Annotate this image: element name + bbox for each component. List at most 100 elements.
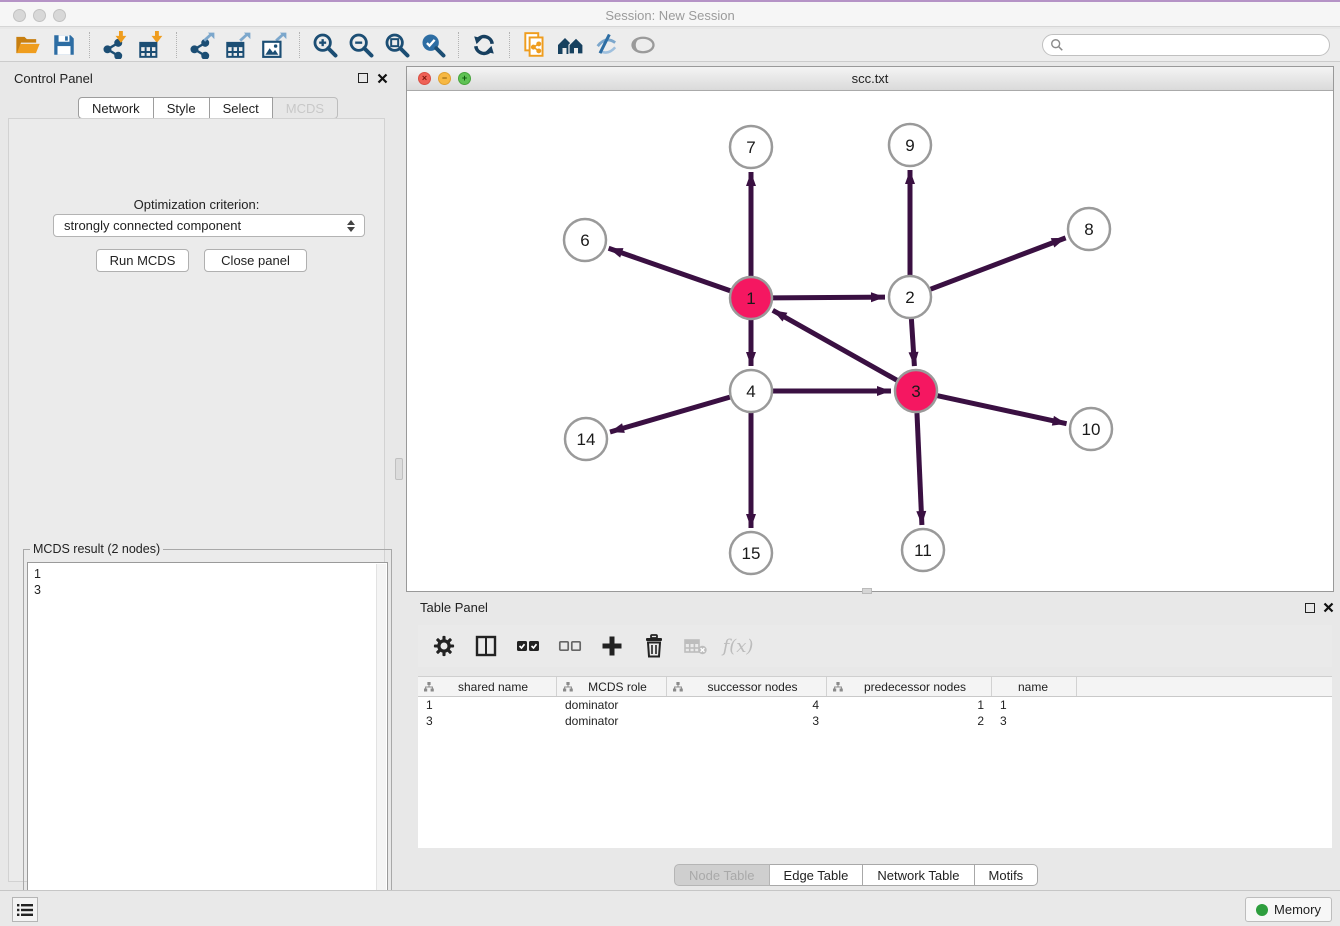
cell-shared-name[interactable]: 3	[418, 713, 557, 729]
column-header-successor-nodes[interactable]: successor nodes	[667, 677, 827, 696]
criterion-dropdown[interactable]: strongly connected component	[53, 214, 365, 237]
cell-shared-name[interactable]: 1	[418, 697, 557, 713]
result-scrollbar[interactable]	[376, 564, 386, 924]
graph-node-label-9: 9	[905, 136, 914, 155]
optimization-criterion-label: Optimization criterion:	[9, 197, 384, 212]
graph-node-label-2: 2	[905, 288, 914, 307]
network-window-titlebar[interactable]: × − + scc.txt	[407, 67, 1333, 91]
refresh-icon[interactable]	[466, 30, 502, 60]
graph-edge-3-10[interactable]	[937, 396, 1066, 424]
graph-edge-3-11[interactable]	[917, 413, 922, 525]
tab-style[interactable]: Style	[154, 97, 210, 119]
status-bar: Memory	[0, 890, 1340, 926]
panel-divider-handle[interactable]	[395, 458, 403, 480]
graph-edge-2-8[interactable]	[931, 238, 1066, 289]
network-window-title: scc.txt	[407, 71, 1333, 86]
close-table-panel-icon[interactable]	[1323, 602, 1335, 614]
column-type-icon	[424, 682, 434, 692]
export-image-icon[interactable]	[256, 30, 292, 60]
zoom-in-icon[interactable]	[307, 30, 343, 60]
run-mcds-button[interactable]: Run MCDS	[96, 249, 189, 272]
close-panel-button[interactable]: Close panel	[204, 249, 307, 272]
graph-node-label-1: 1	[746, 289, 755, 308]
column-header-shared-name[interactable]: shared name	[418, 677, 557, 696]
control-panel-tabbar: Network Style Select MCDS	[78, 97, 338, 119]
control-panel-header: Control Panel	[0, 62, 393, 92]
tab-network[interactable]: Network	[78, 97, 154, 119]
zoom-fit-icon[interactable]	[379, 30, 415, 60]
show-columns-icon[interactable]	[472, 632, 500, 660]
column-type-icon	[673, 682, 683, 692]
mcds-result-line: 1	[34, 566, 41, 582]
graph-edge-1-2[interactable]	[773, 297, 885, 298]
tab-select[interactable]: Select	[210, 97, 273, 119]
cell-predecessor-nodes[interactable]: 2	[827, 713, 992, 729]
function-builder-icon-disabled: f(x)	[724, 632, 752, 660]
zoom-out-icon[interactable]	[343, 30, 379, 60]
float-table-panel-icon[interactable]	[1305, 603, 1315, 613]
close-panel-icon[interactable]	[377, 73, 389, 85]
mcds-result-group: MCDS result (2 nodes) 1 3	[23, 549, 392, 926]
criterion-dropdown-value: strongly connected component	[54, 218, 343, 233]
graph-edge-4-14[interactable]	[610, 397, 730, 432]
save-session-icon[interactable]	[46, 30, 82, 60]
tab-mcds[interactable]: MCDS	[273, 97, 338, 119]
export-network-icon[interactable]	[184, 30, 220, 60]
table-settings-gear-icon[interactable]	[430, 632, 458, 660]
column-header-name[interactable]: name	[992, 677, 1077, 696]
cell-predecessor-nodes[interactable]: 1	[827, 697, 992, 713]
open-session-icon[interactable]	[10, 30, 46, 60]
import-network-icon[interactable]	[97, 30, 133, 60]
tab-motifs[interactable]: Motifs	[975, 864, 1039, 886]
unselect-all-icon[interactable]	[556, 632, 584, 660]
zoom-selected-icon[interactable]	[415, 30, 451, 60]
export-table-icon[interactable]	[220, 30, 256, 60]
cell-mcds-role[interactable]: dominator	[557, 713, 667, 729]
task-history-button[interactable]	[12, 897, 38, 922]
mcds-tab-content: Optimization criterion: strongly connect…	[8, 118, 385, 882]
new-network-from-selection-icon[interactable]	[517, 30, 553, 60]
cell-name[interactable]: 1	[992, 697, 1077, 713]
tab-network-table[interactable]: Network Table	[863, 864, 974, 886]
tab-node-table[interactable]: Node Table	[674, 864, 770, 886]
search-icon	[1050, 38, 1064, 52]
graph-node-label-11: 11	[914, 541, 932, 560]
tab-edge-table[interactable]: Edge Table	[770, 864, 864, 886]
graph-edge-3-1[interactable]	[773, 310, 897, 380]
network-divider-handle[interactable]	[862, 588, 872, 594]
float-panel-icon[interactable]	[358, 73, 368, 83]
cell-name[interactable]: 3	[992, 713, 1077, 729]
column-type-icon	[833, 682, 843, 692]
column-header-mcds-role[interactable]: MCDS role	[557, 677, 667, 696]
add-column-plus-icon[interactable]	[598, 632, 626, 660]
toolbar-separator	[458, 32, 459, 58]
select-all-icon[interactable]	[514, 632, 542, 660]
graph-node-label-14: 14	[577, 430, 596, 449]
mcds-result-title: MCDS result (2 nodes)	[30, 542, 163, 556]
memory-button[interactable]: Memory	[1245, 897, 1332, 922]
cell-successor-nodes[interactable]: 3	[667, 713, 827, 729]
graph-node-label-7: 7	[746, 138, 755, 157]
column-header-predecessor-nodes[interactable]: predecessor nodes	[827, 677, 992, 696]
search-input[interactable]	[1069, 37, 1322, 53]
delete-table-icon-disabled	[682, 632, 710, 660]
toolbar-separator	[299, 32, 300, 58]
mcds-result-textarea[interactable]: 1 3	[27, 562, 388, 926]
memory-label: Memory	[1274, 902, 1321, 917]
show-all-eye-icon	[625, 30, 661, 60]
dropdown-stepper-icon	[343, 220, 359, 232]
search-box[interactable]	[1042, 34, 1330, 56]
table-row[interactable]: 3 dominator 3 2 3	[418, 713, 1332, 729]
graph-node-label-8: 8	[1084, 220, 1093, 239]
cell-mcds-role[interactable]: dominator	[557, 697, 667, 713]
graph-edge-2-3[interactable]	[911, 319, 914, 366]
import-table-icon[interactable]	[133, 30, 169, 60]
hide-selected-icon[interactable]	[589, 30, 625, 60]
delete-column-trash-icon[interactable]	[640, 632, 668, 660]
network-overview-houses-icon[interactable]	[553, 30, 589, 60]
graph-edge-1-6[interactable]	[609, 248, 731, 290]
cell-successor-nodes[interactable]: 4	[667, 697, 827, 713]
network-graph[interactable]: 7968124314101511	[407, 90, 1333, 591]
table-row[interactable]: 1 dominator 4 1 1	[418, 697, 1332, 713]
network-view-window: × − + scc.txt 7968124314101511	[406, 66, 1334, 592]
